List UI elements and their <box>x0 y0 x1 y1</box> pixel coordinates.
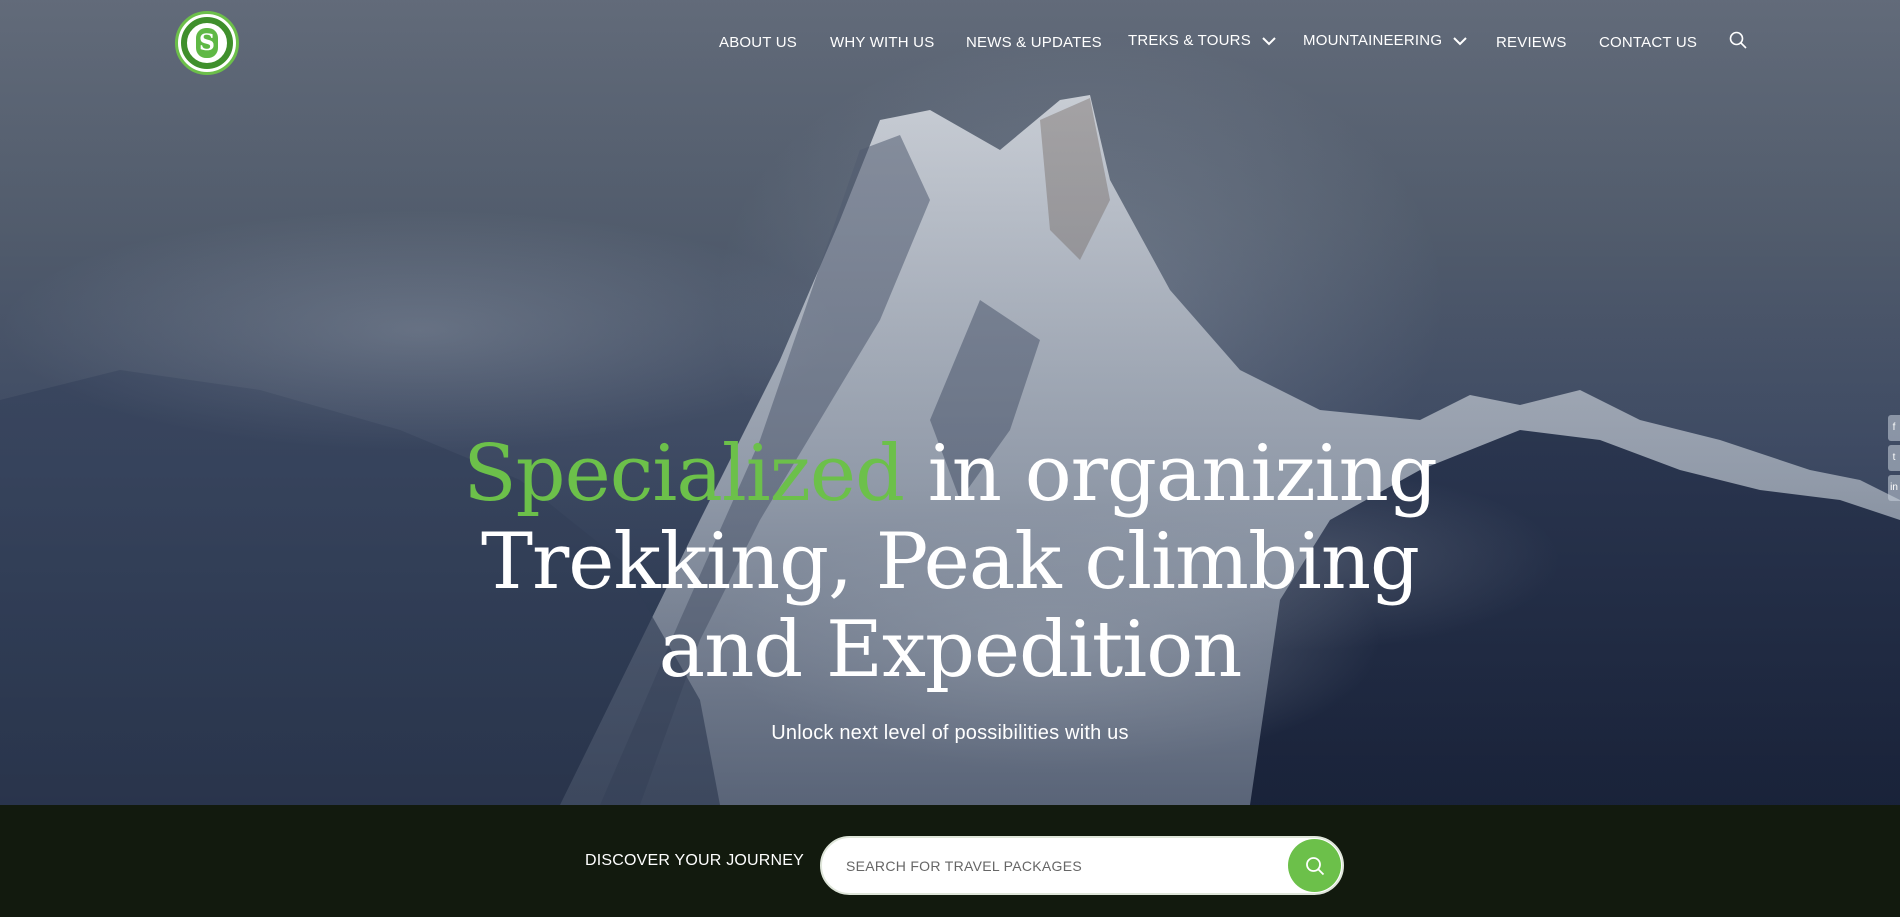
nav-news-updates[interactable]: NEWS & UPDATES <box>966 34 1102 51</box>
site-logo[interactable]: S <box>175 11 239 75</box>
nav-about-us[interactable]: ABOUT US <box>719 34 797 51</box>
discover-label: DISCOVER YOUR JOURNEY <box>585 852 805 869</box>
nav-treks-tours-label: TREKS & TOURS <box>1128 32 1251 49</box>
nav-mountaineering-label: MOUNTAINEERING <box>1303 32 1443 49</box>
logo-ring: S <box>181 17 233 69</box>
nav-about-us-label: ABOUT US <box>719 34 798 51</box>
nav-news-updates-label: NEWS & UPDATES <box>966 34 1102 51</box>
chevron-down-icon <box>1453 36 1467 45</box>
facebook-icon[interactable]: f <box>1888 415 1900 441</box>
hero-subtitle: Unlock next level of possibilities with … <box>771 722 1129 744</box>
nav-why-with-us-label: WHY WITH US <box>830 34 935 51</box>
nav-reviews-label: REVIEWS <box>1496 34 1567 51</box>
headline-line1-rest: in organizing <box>903 429 1438 519</box>
nav-treks-tours[interactable]: TREKS & TOURS <box>1128 32 1277 49</box>
nav-mountaineering[interactable]: MOUNTAINEERING <box>1303 32 1468 49</box>
logo-emblem-icon: S <box>196 28 218 58</box>
hero-headline: Specialized in organizing Trekking, Peak… <box>0 430 1900 694</box>
twitter-icon[interactable]: t <box>1888 445 1900 471</box>
nav-why-with-us[interactable]: WHY WITH US <box>830 34 934 51</box>
headline-line3: and Expedition <box>658 605 1243 695</box>
headline-accent-word: Specialized <box>463 429 905 519</box>
nav-contact-us-label: CONTACT US <box>1599 34 1698 51</box>
headline-line2: Trekking, Peak climbing <box>481 517 1420 607</box>
chevron-down-icon <box>1262 36 1276 45</box>
package-search-input[interactable] <box>846 852 1246 880</box>
package-search-box <box>820 836 1344 895</box>
nav-reviews[interactable]: REVIEWS <box>1496 34 1567 51</box>
search-icon <box>1305 856 1324 875</box>
linkedin-icon[interactable]: in <box>1888 475 1900 501</box>
search-icon[interactable] <box>1728 30 1748 50</box>
nav-contact-us[interactable]: CONTACT US <box>1599 34 1697 51</box>
package-search-button[interactable] <box>1288 839 1341 892</box>
side-social-bar: f t in <box>1888 415 1900 505</box>
